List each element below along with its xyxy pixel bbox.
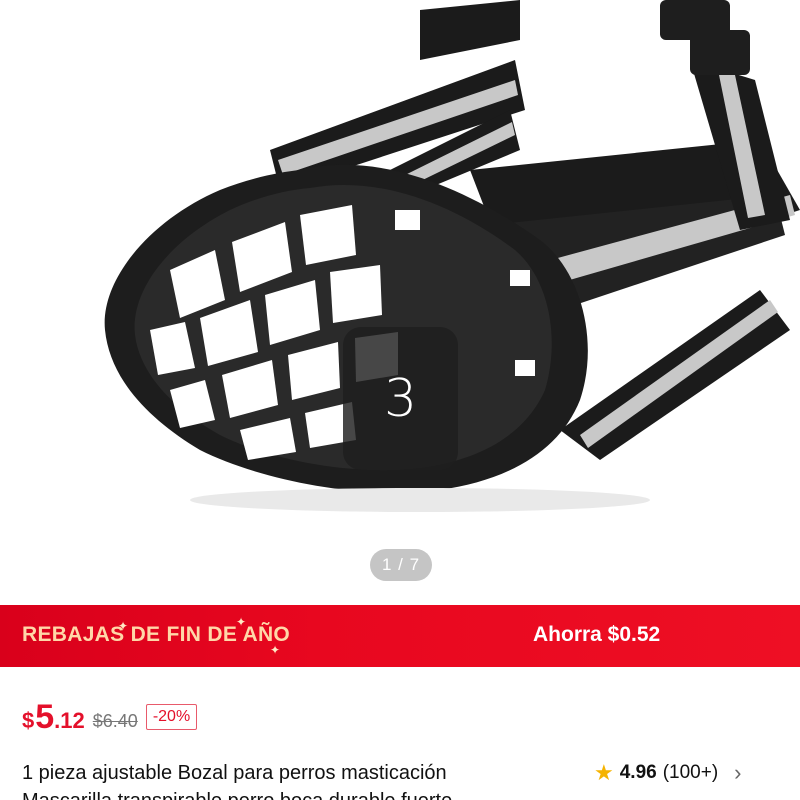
promo-banner[interactable]: ✦ ✦ ✦ REBAJAS DE FIN DE AÑO Ahorra $0.52 bbox=[0, 605, 800, 667]
variant-number: 3 bbox=[383, 368, 418, 429]
star-icon: ★ bbox=[594, 760, 614, 785]
price-currency: $ bbox=[22, 708, 35, 733]
product-gallery[interactable]: 3 1 / 7 bbox=[0, 0, 800, 605]
original-price: $6.40 bbox=[92, 711, 138, 731]
promo-savings: Ahorra $0.52 bbox=[533, 623, 661, 646]
review-count: (100+) bbox=[662, 762, 719, 783]
price-integer: 5 bbox=[35, 698, 55, 736]
image-pager: 1 / 7 bbox=[370, 549, 432, 581]
rating-score: 4.96 bbox=[619, 762, 657, 783]
product-title-continued: Mascarilla transpirable perro boca durab… bbox=[22, 790, 452, 800]
price-row: $ 5 .12 $6.40 -20% bbox=[22, 694, 198, 736]
rating-summary[interactable]: ★ 4.96 (100+) › bbox=[594, 760, 742, 786]
chevron-right-icon: › bbox=[734, 760, 742, 785]
dog-muzzle-image bbox=[104, 0, 800, 512]
product-title: 1 pieza ajustable Bozal para perros mast… bbox=[22, 762, 447, 784]
variant-number-badge: 3 bbox=[343, 327, 458, 470]
price-decimal: .12 bbox=[54, 708, 85, 733]
discount-badge: -20% bbox=[145, 704, 198, 730]
promo-title: REBAJAS DE FIN DE AÑO bbox=[22, 623, 291, 646]
